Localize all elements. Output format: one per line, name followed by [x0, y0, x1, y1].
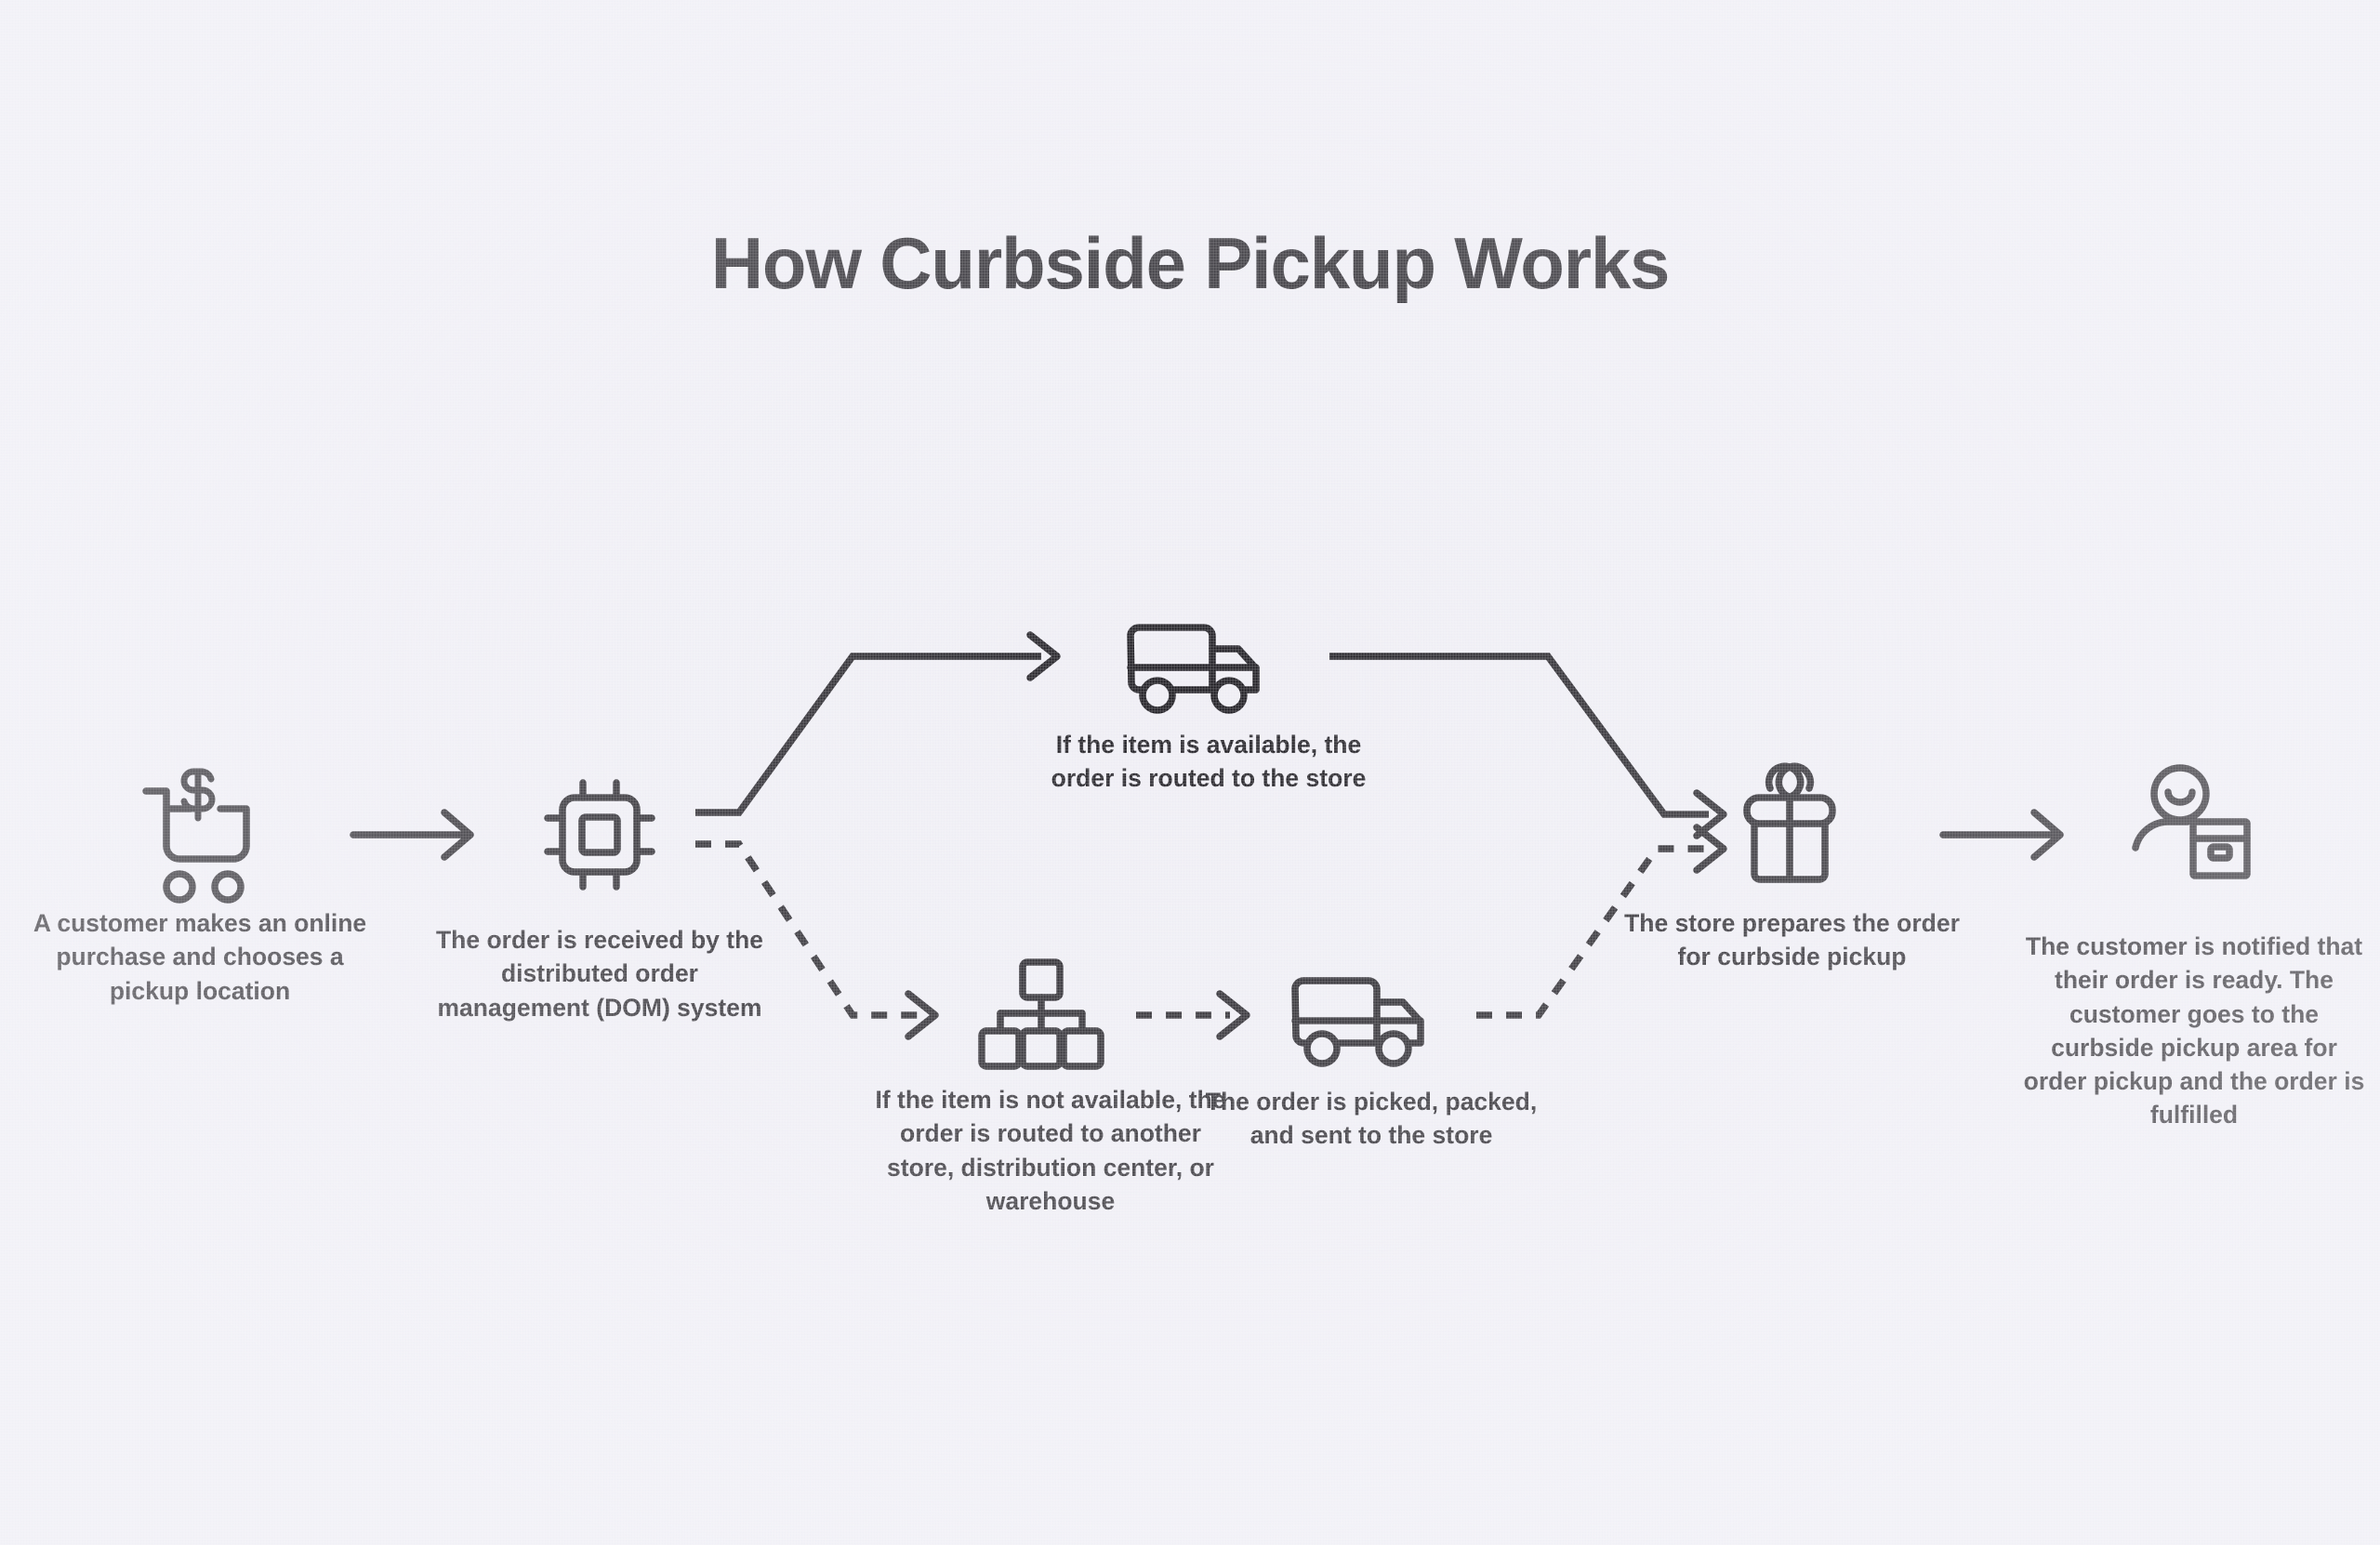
caption-step-customer-notified: The customer is notified that their orde…	[2023, 932, 2365, 1129]
delivery-truck-icon	[1127, 624, 1260, 714]
microchip-icon	[544, 779, 655, 891]
person-with-package-icon	[2132, 764, 2251, 879]
arrow-dom-to-available	[695, 631, 1061, 816]
arrow-purchase-to-dom	[350, 809, 474, 861]
caption-step-picked-packed: The order is picked, packed, and sent to…	[1205, 1088, 1538, 1150]
caption-step-dom-system: The order is received by the distributed…	[436, 926, 763, 1022]
shopping-cart-dollar-icon	[142, 768, 250, 904]
caption-step-store-prepares: The store prepares the order for curbsid…	[1624, 909, 1960, 971]
caption-step-purchase: A customer makes an online purchase and …	[33, 909, 367, 1005]
caption-step-item-unavailable: If the item is not available, the order …	[875, 1086, 1226, 1215]
arrowhead-unavailable-to-picked	[1216, 990, 1250, 1040]
delivery-truck-icon	[1291, 977, 1424, 1067]
page-title: How Curbside Pickup Works	[710, 222, 1671, 304]
caption-step-item-available: If the item is available, the order is r…	[1051, 731, 1367, 793]
gift-box-icon	[1743, 762, 1836, 883]
arrow-store-to-customer	[1939, 809, 2064, 861]
hierarchy-network-icon	[978, 958, 1104, 1070]
